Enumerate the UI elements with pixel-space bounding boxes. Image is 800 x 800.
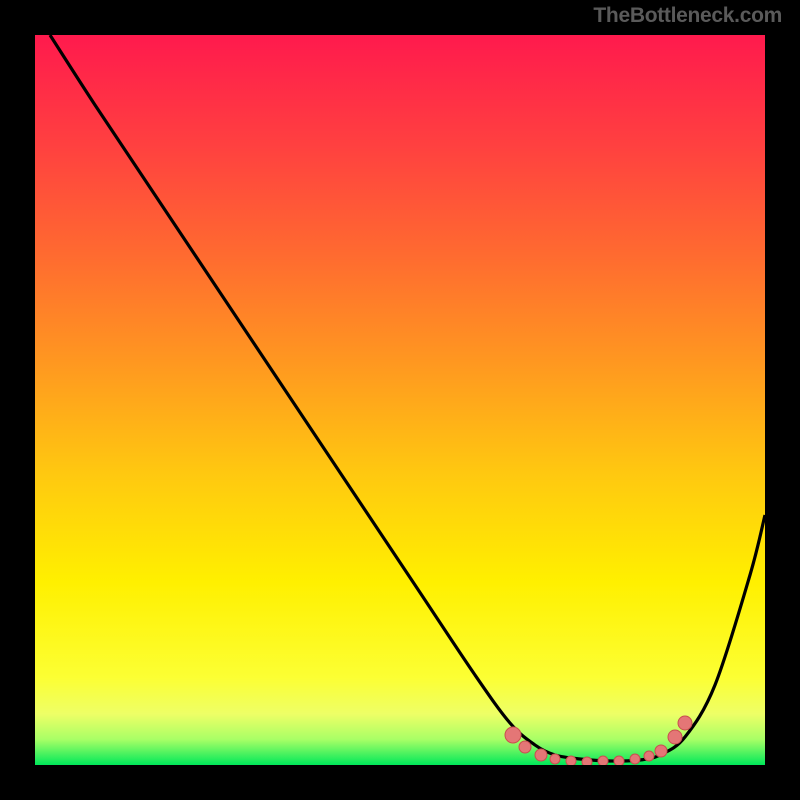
highlight-dot (598, 756, 608, 765)
chart-svg (35, 35, 765, 765)
highlight-dot (535, 749, 547, 761)
highlight-dot (614, 756, 624, 765)
chart-frame: TheBottleneck.com (0, 0, 800, 800)
plot-area (35, 35, 765, 765)
highlight-dot (668, 730, 682, 744)
highlight-dot (630, 754, 640, 764)
highlight-dot (655, 745, 667, 757)
highlight-dot (505, 727, 521, 743)
gradient-background (35, 35, 765, 765)
highlight-dot (519, 741, 531, 753)
highlight-dot (678, 716, 692, 730)
highlight-dot (582, 757, 592, 765)
highlight-dot (566, 756, 576, 765)
highlight-dot (550, 754, 560, 764)
attribution-text: TheBottleneck.com (593, 4, 782, 28)
highlight-dot (644, 751, 654, 761)
